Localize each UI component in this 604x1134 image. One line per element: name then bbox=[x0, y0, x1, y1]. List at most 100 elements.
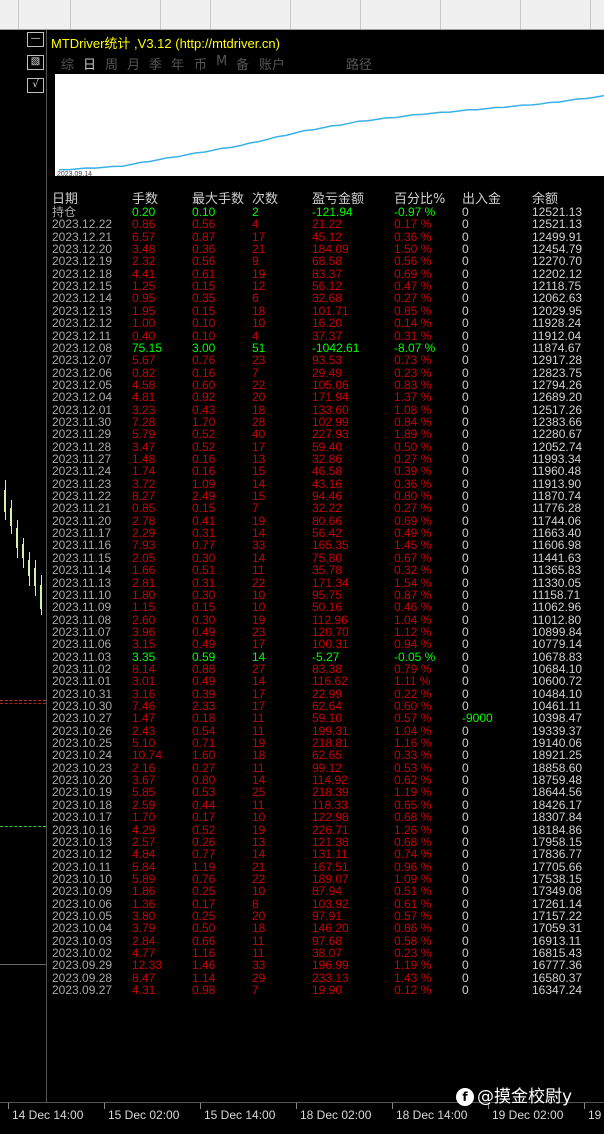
cell-pct: 1.19 % bbox=[394, 785, 432, 800]
toolbar-separator bbox=[590, 0, 591, 29]
table-row: 2023.10.17 1.70 0.17 10 122.98 0.68 % 0 18307.8… bbox=[47, 811, 604, 823]
cell-cnt: 14 bbox=[252, 526, 266, 541]
cell-bal: 17538.15 bbox=[532, 871, 583, 886]
table-row: 2023.11.17 2.29 0.31 14 56.42 0.49 % 0 11663.40 bbox=[47, 527, 604, 539]
cell-pct: 1.04 % bbox=[394, 612, 432, 627]
tab-5[interactable]: 年 bbox=[171, 54, 184, 73]
cell-bal: 12270.70 bbox=[532, 254, 583, 269]
cell-io: 0 bbox=[462, 427, 469, 442]
cell-io: 0 bbox=[462, 871, 469, 886]
cell-lots: 6.57 bbox=[132, 229, 156, 244]
cell-bal: 11365.83 bbox=[532, 563, 582, 578]
cell-pl: 184.09 bbox=[312, 242, 349, 257]
time-tick bbox=[584, 1103, 585, 1109]
cell-pct: 0.51 % bbox=[394, 884, 432, 899]
tab-10[interactable]: 路径 bbox=[346, 54, 372, 73]
cell-cnt: 27 bbox=[252, 661, 266, 676]
cell-lots: 1.95 bbox=[132, 303, 156, 318]
table-row: 2023.12.04 4.81 0.92 20 171.94 1.37 % 0 12689.2… bbox=[47, 391, 604, 403]
cell-pct: 0.60 % bbox=[394, 699, 432, 713]
cell-cnt: 11 bbox=[252, 723, 265, 738]
cell-lots: 2.16 bbox=[132, 760, 156, 775]
cell-cnt: 22 bbox=[252, 871, 266, 886]
cell-cnt: 10 bbox=[252, 316, 266, 331]
cell-pl: 16.20 bbox=[312, 316, 343, 331]
table-row: 2023.11.20 2.78 0.41 19 80.66 0.69 % 0 11744.06 bbox=[47, 515, 604, 527]
cell-lots: 4.77 bbox=[132, 946, 156, 960]
tab-6[interactable]: 币 bbox=[194, 54, 207, 73]
cell-pct: 0.27 % bbox=[394, 501, 432, 516]
cell-date: 2023.11.23 bbox=[52, 476, 112, 491]
table-row: 2023.11.14 1.66 0.51 11 35.78 0.32 % 0 11365.83 bbox=[47, 564, 604, 576]
tab-8[interactable]: 备 bbox=[236, 54, 249, 73]
cell-lots: 3.47 bbox=[132, 439, 156, 454]
tab-0[interactable]: 综 bbox=[61, 54, 74, 73]
cell-io: 0 bbox=[462, 797, 469, 812]
tab-9[interactable]: 账户 bbox=[259, 54, 285, 73]
cell-pl: 46.58 bbox=[312, 464, 343, 479]
cell-pl: 218.81 bbox=[312, 736, 349, 751]
cell-pct: 1.89 % bbox=[394, 427, 432, 442]
cell-cnt: 14 bbox=[252, 476, 266, 491]
price-level-line bbox=[0, 700, 46, 701]
cell-lots: 3.23 bbox=[132, 402, 156, 417]
cell-lots: 2.81 bbox=[132, 575, 156, 590]
cell-pl: 68.58 bbox=[312, 254, 343, 269]
cell-max: 0.98 bbox=[192, 983, 216, 998]
check-icon[interactable]: √ bbox=[27, 78, 44, 93]
cell-pct: 0.36 % bbox=[394, 229, 432, 244]
cell-date: 2023.10.18 bbox=[52, 797, 113, 812]
cell-io: 0 bbox=[462, 847, 469, 862]
cell-pct: 0.22 % bbox=[394, 686, 432, 701]
cell-io: 0 bbox=[462, 217, 469, 232]
cell-io: 0 bbox=[462, 439, 469, 454]
table-row: 2023.11.10 1.80 0.30 10 95.75 0.87 % 0 11158.71 bbox=[47, 589, 604, 601]
tab-7[interactable]: M bbox=[216, 54, 227, 69]
cell-lots: 5.89 bbox=[132, 871, 156, 886]
table-row: 2023.12.15 1.25 0.15 12 56.12 0.47 % 0 12118.75 bbox=[47, 280, 604, 292]
settings-icon[interactable]: ▧ bbox=[27, 55, 44, 70]
cell-cnt: 19 bbox=[252, 266, 266, 281]
cell-pct: 1.12 % bbox=[394, 624, 432, 639]
table-row: 2023.11.30 7.28 1.70 28 102.99 0.84 % 0 12383.6… bbox=[47, 416, 604, 428]
cell-date: 2023.12.20 bbox=[52, 242, 113, 257]
tab-2[interactable]: 周 bbox=[105, 54, 118, 73]
cell-pct: 0.57 % bbox=[394, 908, 432, 923]
minimize-icon[interactable]: — bbox=[27, 32, 44, 47]
cell-lots: 0.20 bbox=[132, 205, 156, 219]
cell-lots: 1.80 bbox=[132, 587, 156, 602]
cell-bal: 12823.75 bbox=[532, 365, 583, 380]
price-chart-area[interactable]: — ▧ √ bbox=[0, 30, 46, 1102]
cell-cnt: 22 bbox=[252, 377, 266, 392]
cell-io: 0 bbox=[462, 254, 469, 269]
cell-io: 0 bbox=[462, 414, 469, 429]
cell-max: 0.10 bbox=[192, 205, 216, 219]
cell-cnt: 4 bbox=[252, 328, 259, 343]
cell-max: 0.60 bbox=[192, 377, 216, 392]
cell-bal: 11062.96 bbox=[532, 600, 582, 615]
cell-date: 2023.10.20 bbox=[52, 773, 113, 788]
cell-bal: 18921.25 bbox=[532, 748, 583, 763]
table-row: 2023.10.30 7.46 2.33 17 62.64 0.60 % 0 10461.11 bbox=[47, 700, 604, 712]
cell-date: 2023.10.31 bbox=[52, 686, 113, 701]
cell-io: 0 bbox=[462, 501, 469, 516]
cell-cnt: 11 bbox=[252, 563, 265, 578]
tab-1[interactable]: 日 bbox=[83, 54, 96, 73]
cell-bal: 12521.13 bbox=[532, 217, 583, 232]
cell-bal: 12689.20 bbox=[532, 390, 583, 405]
cell-date: 2023.12.07 bbox=[52, 353, 113, 368]
cell-pct: 0.17 % bbox=[394, 217, 432, 232]
table-row: 2023.11.29 5.79 0.52 40 227.93 1.89 % 0 12280.6… bbox=[47, 428, 604, 440]
balance-line-chart bbox=[58, 94, 604, 171]
cell-pct: 0.69 % bbox=[394, 513, 432, 528]
candle bbox=[4, 490, 6, 512]
tab-4[interactable]: 季 bbox=[149, 54, 162, 73]
cell-io: 0 bbox=[462, 884, 469, 899]
cell-cnt: 33 bbox=[252, 538, 266, 553]
cell-cnt: 14 bbox=[252, 550, 266, 565]
tab-3[interactable]: 月 bbox=[127, 54, 140, 73]
cell-pct: 0.73 % bbox=[394, 353, 432, 368]
cell-lots: 1.70 bbox=[132, 810, 156, 825]
cell-cnt: 11 bbox=[252, 760, 265, 775]
cell-cnt: 14 bbox=[252, 674, 266, 689]
